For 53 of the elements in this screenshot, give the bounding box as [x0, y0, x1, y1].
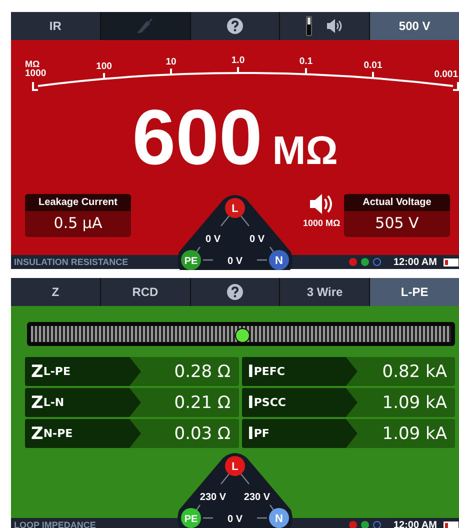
reading-unit: MΩ [272, 129, 338, 174]
tab[interactable] [190, 12, 280, 40]
terminal-label: N [275, 513, 283, 525]
tab[interactable]: L-PE [370, 278, 459, 306]
tab[interactable]: Z [11, 278, 100, 306]
alarm-threshold: 1000 MΩ [303, 218, 340, 228]
box-title: Leakage Current [25, 194, 131, 211]
resistance-reading: 600 [132, 98, 262, 176]
voltage-reading: 0 V [250, 234, 264, 245]
help-icon [226, 18, 243, 34]
terminal-label: N [275, 255, 283, 267]
voltage-reading: 230 V [244, 492, 270, 503]
scale-label: 1000 [25, 68, 46, 79]
tab[interactable] [280, 12, 370, 40]
box-value: 505 V [374, 213, 420, 234]
scale-unit: MΩ [25, 59, 40, 69]
scale-label: 1.0 [231, 55, 245, 66]
tab[interactable]: IR [11, 12, 100, 40]
result-value: 1.09 kA [381, 422, 448, 446]
result-value: 1.09 kA [381, 392, 448, 414]
tab[interactable]: 500 V [370, 12, 459, 40]
box-title: Actual Voltage [344, 194, 450, 211]
terminal-label: PE [184, 256, 198, 267]
terminal-label: L [232, 461, 238, 473]
battery-icon [443, 258, 459, 266]
scale-label: 100 [96, 61, 112, 72]
speaker-icon [308, 193, 335, 215]
mode-title: LOOP IMPEDANCE [14, 520, 96, 528]
result-value: 0.03 Ω [173, 422, 232, 446]
result-value: 0.21 Ω [173, 392, 232, 414]
result-value: 0.28 Ω [173, 360, 232, 384]
terminal-label: PE [184, 514, 198, 525]
scale-label: 0.01 [364, 60, 382, 71]
result-value: 0.82 kA [381, 360, 448, 384]
voltage-reading: 0 V [206, 234, 220, 245]
tab[interactable]: 3 Wire [280, 278, 370, 306]
scale-label: 10 [166, 56, 176, 68]
clock-time: 12:00 AM [393, 256, 437, 268]
tab[interactable] [190, 278, 280, 306]
terminal-label: L [232, 203, 238, 215]
box-value: 0.5 µA [52, 213, 104, 234]
help-icon [226, 284, 243, 300]
scale-label: 0.1 [299, 56, 313, 68]
speaker-icon [326, 18, 344, 34]
battery-icon [443, 520, 459, 528]
toggle-switch-icon [306, 16, 312, 36]
scale-label: 0.001 [434, 69, 458, 80]
clock-time: 12:00 AM [393, 520, 437, 528]
voltage-reading: 0 V [228, 514, 242, 525]
voltage-reading: 0 V [228, 256, 242, 267]
voltage-reading: 230 V [200, 492, 226, 503]
tab[interactable]: RCD [100, 278, 190, 306]
mode-title: INSULATION RESISTANCE [14, 257, 128, 267]
